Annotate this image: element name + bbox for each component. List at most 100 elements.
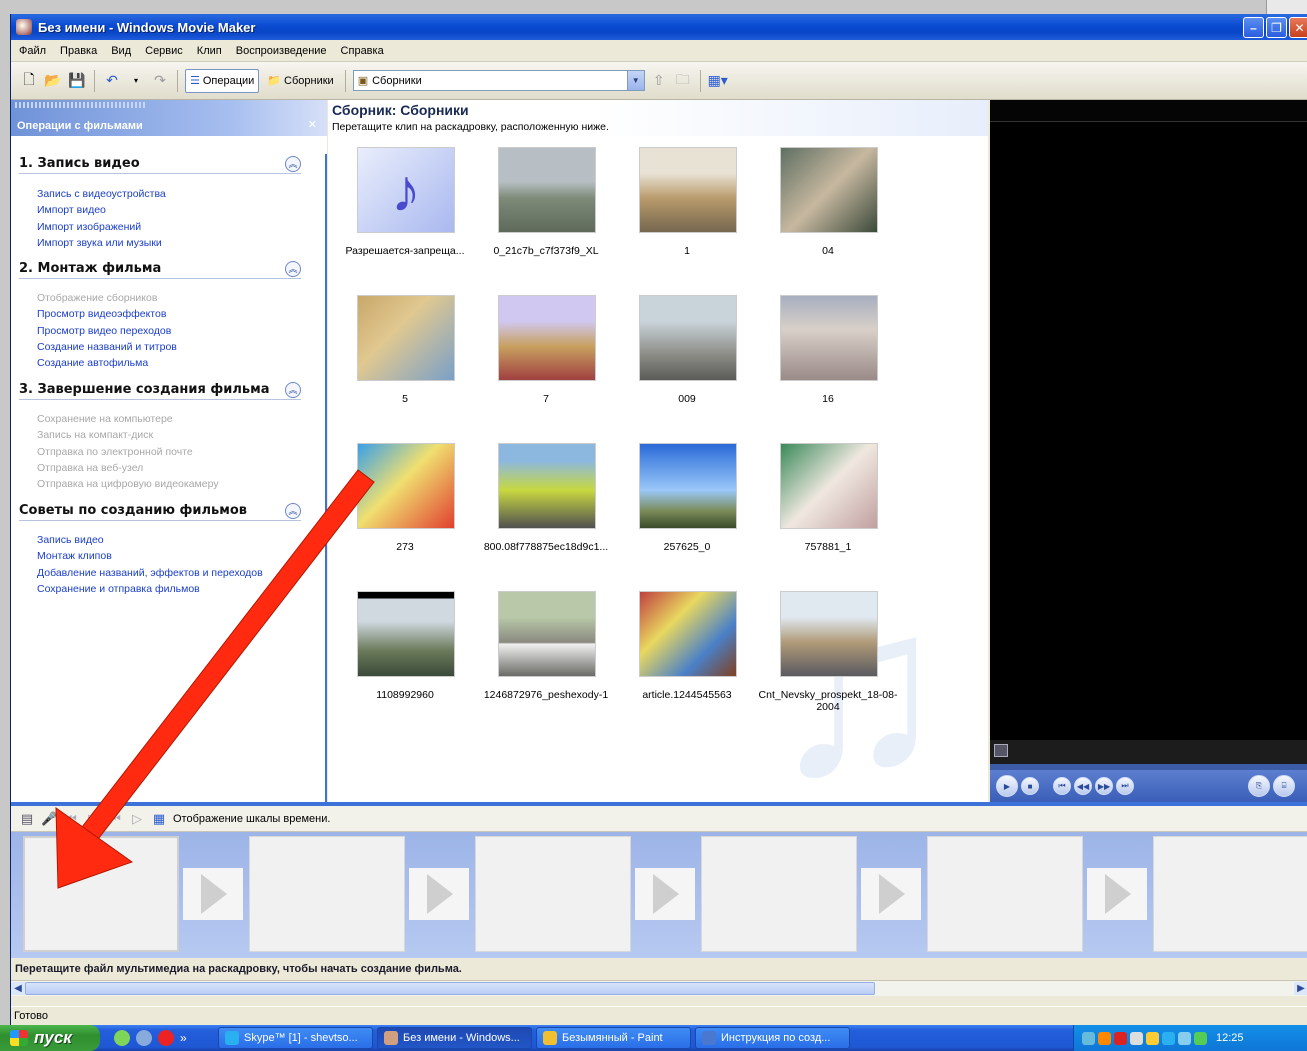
snapshot-icon[interactable]: ⌸ xyxy=(1273,775,1295,797)
transition-slot[interactable] xyxy=(861,868,921,920)
close-button[interactable]: ✕ xyxy=(1289,17,1307,38)
rewind-storyboard-icon[interactable]: ⏮ xyxy=(63,811,79,827)
clip-item[interactable]: 757881_1 xyxy=(763,443,893,563)
undo-icon[interactable]: ↶ xyxy=(102,71,122,91)
menu-help[interactable]: Справка xyxy=(341,45,384,57)
clip-item[interactable]: article.1244545563 xyxy=(622,591,752,711)
link-tip-save[interactable]: Сохранение и отправка фильмов xyxy=(37,581,317,597)
next-storyboard-icon[interactable]: ▷ xyxy=(129,811,145,827)
menu-clip[interactable]: Клип xyxy=(197,45,222,57)
up-level-icon[interactable]: ⇧ xyxy=(649,71,669,91)
clip-item[interactable]: 16 xyxy=(763,295,893,415)
clip-item[interactable]: 1108992960 xyxy=(340,591,470,711)
task-word[interactable]: Инструкция по созд... xyxy=(695,1027,850,1049)
storyboard[interactable] xyxy=(11,832,1307,958)
storyboard-slot[interactable] xyxy=(249,836,405,952)
tray-k-icon[interactable] xyxy=(1114,1031,1127,1045)
tray-network-icon[interactable] xyxy=(1082,1031,1095,1045)
redo-icon[interactable]: ↷ xyxy=(150,71,170,91)
clip-item[interactable]: ♪ Разрешается-запреща... xyxy=(340,147,470,267)
fullscreen-icon[interactable] xyxy=(994,744,1008,757)
collections-combo[interactable]: ▣ Сборники ▼ xyxy=(352,70,645,91)
scroll-left-icon[interactable]: ◀ xyxy=(11,982,25,995)
quick-launch-app-icon[interactable] xyxy=(114,1030,130,1046)
link-video-transitions[interactable]: Просмотр видео переходов xyxy=(37,323,317,339)
scroll-thumb[interactable] xyxy=(25,982,875,995)
stop-icon[interactable]: ■ xyxy=(1021,777,1039,795)
quick-launch-opera-icon[interactable] xyxy=(158,1030,174,1046)
chevron-up-icon[interactable]: ︽ xyxy=(285,381,301,398)
section-finish[interactable]: 3. Завершение создания фильма ︽ xyxy=(19,380,301,400)
quick-launch-more-icon[interactable]: » xyxy=(180,1031,187,1045)
link-tip-effects[interactable]: Добавление названий, эффектов и переходо… xyxy=(37,565,317,581)
tray-skype-icon[interactable] xyxy=(1162,1031,1175,1045)
prev-storyboard-icon[interactable]: ⏮ xyxy=(107,811,123,827)
menu-view[interactable]: Вид xyxy=(111,45,131,57)
open-folder-icon[interactable]: 📂 xyxy=(43,71,63,91)
play-storyboard-icon[interactable]: ▷ xyxy=(85,811,101,827)
pane-divider[interactable] xyxy=(325,154,327,804)
storyboard-scrollbar[interactable]: ◀ ▶ xyxy=(11,980,1307,996)
operations-button[interactable]: ☰ Операции xyxy=(185,68,260,93)
scroll-right-icon[interactable]: ▶ xyxy=(1294,982,1307,995)
collections-button[interactable]: 📁 Сборники xyxy=(263,69,337,93)
undo-dropdown-icon[interactable]: ▾ xyxy=(126,71,146,91)
task-skype[interactable]: Skype™ [1] - shevtso... xyxy=(218,1027,373,1049)
storyboard-slot[interactable] xyxy=(23,836,179,952)
storyboard-slot[interactable] xyxy=(701,836,857,952)
menu-tools[interactable]: Сервис xyxy=(145,45,183,57)
task-movie-maker[interactable]: Без имени - Windows... xyxy=(377,1027,532,1049)
transition-slot[interactable] xyxy=(409,868,469,920)
views-icon[interactable]: ▦▾ xyxy=(708,71,728,91)
tray-antivirus-icon[interactable] xyxy=(1098,1031,1111,1045)
new-folder-icon[interactable]: 🗀 xyxy=(673,71,693,91)
audio-levels-icon[interactable]: 🎤 xyxy=(41,811,57,827)
new-project-icon[interactable]: 🗋 xyxy=(19,71,39,91)
show-timeline-button[interactable]: Отображение шкалы времени. xyxy=(173,813,330,825)
play-icon[interactable]: ▶ xyxy=(996,775,1018,797)
storyboard-icon[interactable]: ▤ xyxy=(19,811,35,827)
chevron-down-icon[interactable]: ▼ xyxy=(626,71,644,90)
clip-item[interactable]: 1 xyxy=(622,147,752,267)
save-icon[interactable]: 💾 xyxy=(67,71,87,91)
timeline-icon[interactable]: ▦ xyxy=(151,811,167,827)
link-video-effects[interactable]: Просмотр видеоэффектов xyxy=(37,306,317,322)
link-capture-device[interactable]: Запись с видеоустройства xyxy=(37,186,317,202)
split-clip-icon[interactable]: ⎘ xyxy=(1248,775,1270,797)
forward-icon[interactable]: ▶▶ xyxy=(1095,777,1113,795)
maximize-button[interactable]: ❐ xyxy=(1266,17,1287,38)
tray-search-icon[interactable] xyxy=(1178,1031,1191,1045)
storyboard-slot[interactable] xyxy=(1153,836,1307,952)
clip-item[interactable]: Cnt_Nevsky_prospekt_18-08-2004 xyxy=(759,591,897,713)
chevron-up-icon[interactable]: ︽ xyxy=(285,502,301,519)
transition-slot[interactable] xyxy=(1087,868,1147,920)
tray-update-icon[interactable] xyxy=(1146,1031,1159,1045)
section-edit[interactable]: 2. Монтаж фильма ︽ xyxy=(19,259,301,279)
section-capture[interactable]: 1. Запись видео ︽ xyxy=(19,154,301,174)
clip-item[interactable]: 009 xyxy=(622,295,752,415)
tray-arrow-icon[interactable] xyxy=(1194,1031,1207,1045)
link-tip-edit[interactable]: Монтаж клипов xyxy=(37,548,317,564)
menu-play[interactable]: Воспроизведение xyxy=(236,45,327,57)
menu-file[interactable]: Файл xyxy=(19,45,46,57)
clip-item[interactable]: 5 xyxy=(340,295,470,415)
tray-volume-icon[interactable] xyxy=(1130,1031,1143,1045)
link-tip-capture[interactable]: Запись видео xyxy=(37,532,317,548)
minimize-button[interactable]: – xyxy=(1243,17,1264,38)
link-automovie[interactable]: Создание автофильма xyxy=(37,355,317,371)
start-button[interactable]: пуск xyxy=(0,1025,100,1051)
task-paint[interactable]: Безымянный - Paint xyxy=(536,1027,691,1049)
transition-slot[interactable] xyxy=(183,868,243,920)
link-import-video[interactable]: Импорт видео xyxy=(37,202,317,218)
link-import-audio[interactable]: Импорт звука или музыки xyxy=(37,235,317,251)
chevron-up-icon[interactable]: ︽ xyxy=(285,260,301,277)
clip-item[interactable]: 273 xyxy=(340,443,470,563)
transition-slot[interactable] xyxy=(635,868,695,920)
chevron-up-icon[interactable]: ︽ xyxy=(285,155,301,172)
clip-item[interactable]: 800.08f778875ec18d9c1... xyxy=(481,443,611,563)
clip-item[interactable]: 04 xyxy=(763,147,893,267)
close-icon[interactable]: ✕ xyxy=(308,118,317,131)
outer-scrollbar[interactable] xyxy=(1266,0,1307,14)
storyboard-slot[interactable] xyxy=(927,836,1083,952)
section-tips[interactable]: Советы по созданию фильмов ︽ xyxy=(19,501,301,521)
